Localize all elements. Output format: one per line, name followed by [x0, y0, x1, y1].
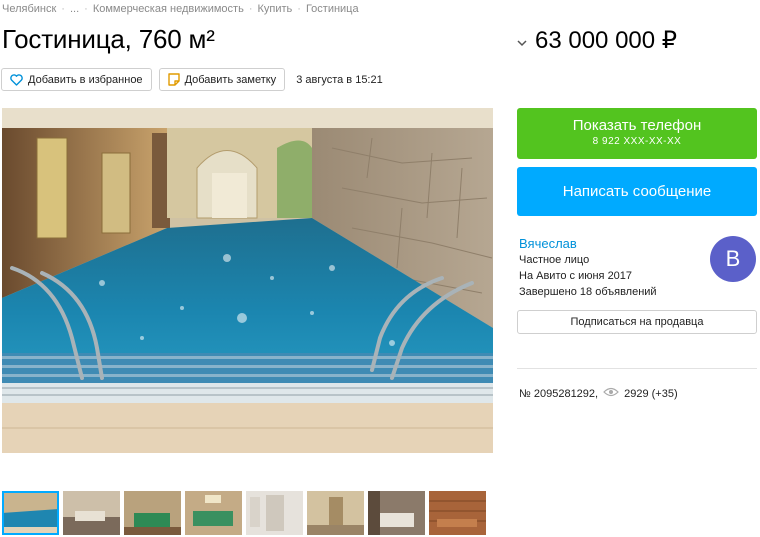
- listing-number: № 2095281292,: [519, 387, 599, 400]
- seller-since: На Авито с июня 2017: [519, 270, 633, 282]
- thumbnail-sauna[interactable]: [429, 491, 486, 535]
- listing-meta: № 2095281292, 2929 (+35): [519, 387, 678, 400]
- eye-icon: [603, 387, 619, 400]
- show-phone-button[interactable]: Показать телефон 8 922 XXX-XX-XX: [517, 108, 757, 159]
- listing-views: 2929 (+35): [624, 387, 678, 400]
- thumbnail-bedroom[interactable]: [368, 491, 425, 535]
- seller-type: Частное лицо: [519, 254, 590, 266]
- thumbnail-bathroom[interactable]: [246, 491, 303, 535]
- thumbnail-pool[interactable]: [2, 491, 59, 535]
- add-to-favorites-button[interactable]: Добавить в избранное: [1, 68, 152, 91]
- show-phone-label: Показать телефон: [572, 117, 702, 134]
- add-note-button[interactable]: Добавить заметку: [158, 68, 286, 91]
- breadcrumb-item-city[interactable]: Челябинск: [2, 3, 56, 15]
- seller-avatar[interactable]: В: [710, 236, 756, 282]
- breadcrumb-item-commercial[interactable]: Коммерческая недвижимость: [93, 3, 244, 15]
- thumbnail-billiards-2[interactable]: [185, 491, 242, 535]
- price-block: 63 000 000 ₽: [517, 26, 677, 55]
- seller-completed: Завершено 18 объявлений: [519, 286, 657, 298]
- breadcrumb-separator: ·: [61, 3, 65, 15]
- heart-icon: [10, 73, 23, 86]
- note-icon: [167, 73, 180, 86]
- phone-masked: 8 922 XXX-XX-XX: [592, 136, 682, 147]
- thumbnail-lounge[interactable]: [63, 491, 120, 535]
- listing-title: Гостиница, 760 м²: [2, 24, 215, 54]
- breadcrumb-separator: ·: [84, 3, 88, 15]
- breadcrumb-separator: ·: [248, 3, 253, 15]
- breadcrumb-item-ellipsis[interactable]: ...: [70, 3, 79, 15]
- breadcrumb: Челябинск ·... · Коммерческая недвижимость ·…: [2, 3, 359, 15]
- divider: [517, 368, 757, 369]
- listing-date: 3 августа в 15:21: [296, 73, 383, 86]
- chevron-down-icon[interactable]: [517, 36, 527, 50]
- add-note-label: Добавить заметку: [184, 73, 277, 86]
- listing-actions: Добавить в избранное Добавить заметку 3 …: [1, 68, 383, 91]
- seller-name-link[interactable]: Вячеслав: [519, 236, 657, 251]
- subscribe-seller-button[interactable]: Подписаться на продавца: [517, 310, 757, 334]
- thumbnail-hall[interactable]: [307, 491, 364, 535]
- photo-thumbnails: [2, 491, 486, 535]
- listing-price: 63 000 000 ₽: [535, 27, 678, 54]
- breadcrumb-separator: ·: [297, 3, 301, 15]
- add-to-favorites-label: Добавить в избранное: [28, 73, 143, 86]
- thumbnail-billiards-1[interactable]: [124, 491, 181, 535]
- main-photo[interactable]: [2, 108, 493, 453]
- seller-info: Вячеслав Частное лицо На Авито с июня 20…: [519, 236, 657, 302]
- write-message-button[interactable]: Написать сообщение: [517, 167, 757, 216]
- breadcrumb-item-buy[interactable]: Купить: [257, 3, 292, 15]
- breadcrumb-item-hotel[interactable]: Гостиница: [306, 3, 359, 15]
